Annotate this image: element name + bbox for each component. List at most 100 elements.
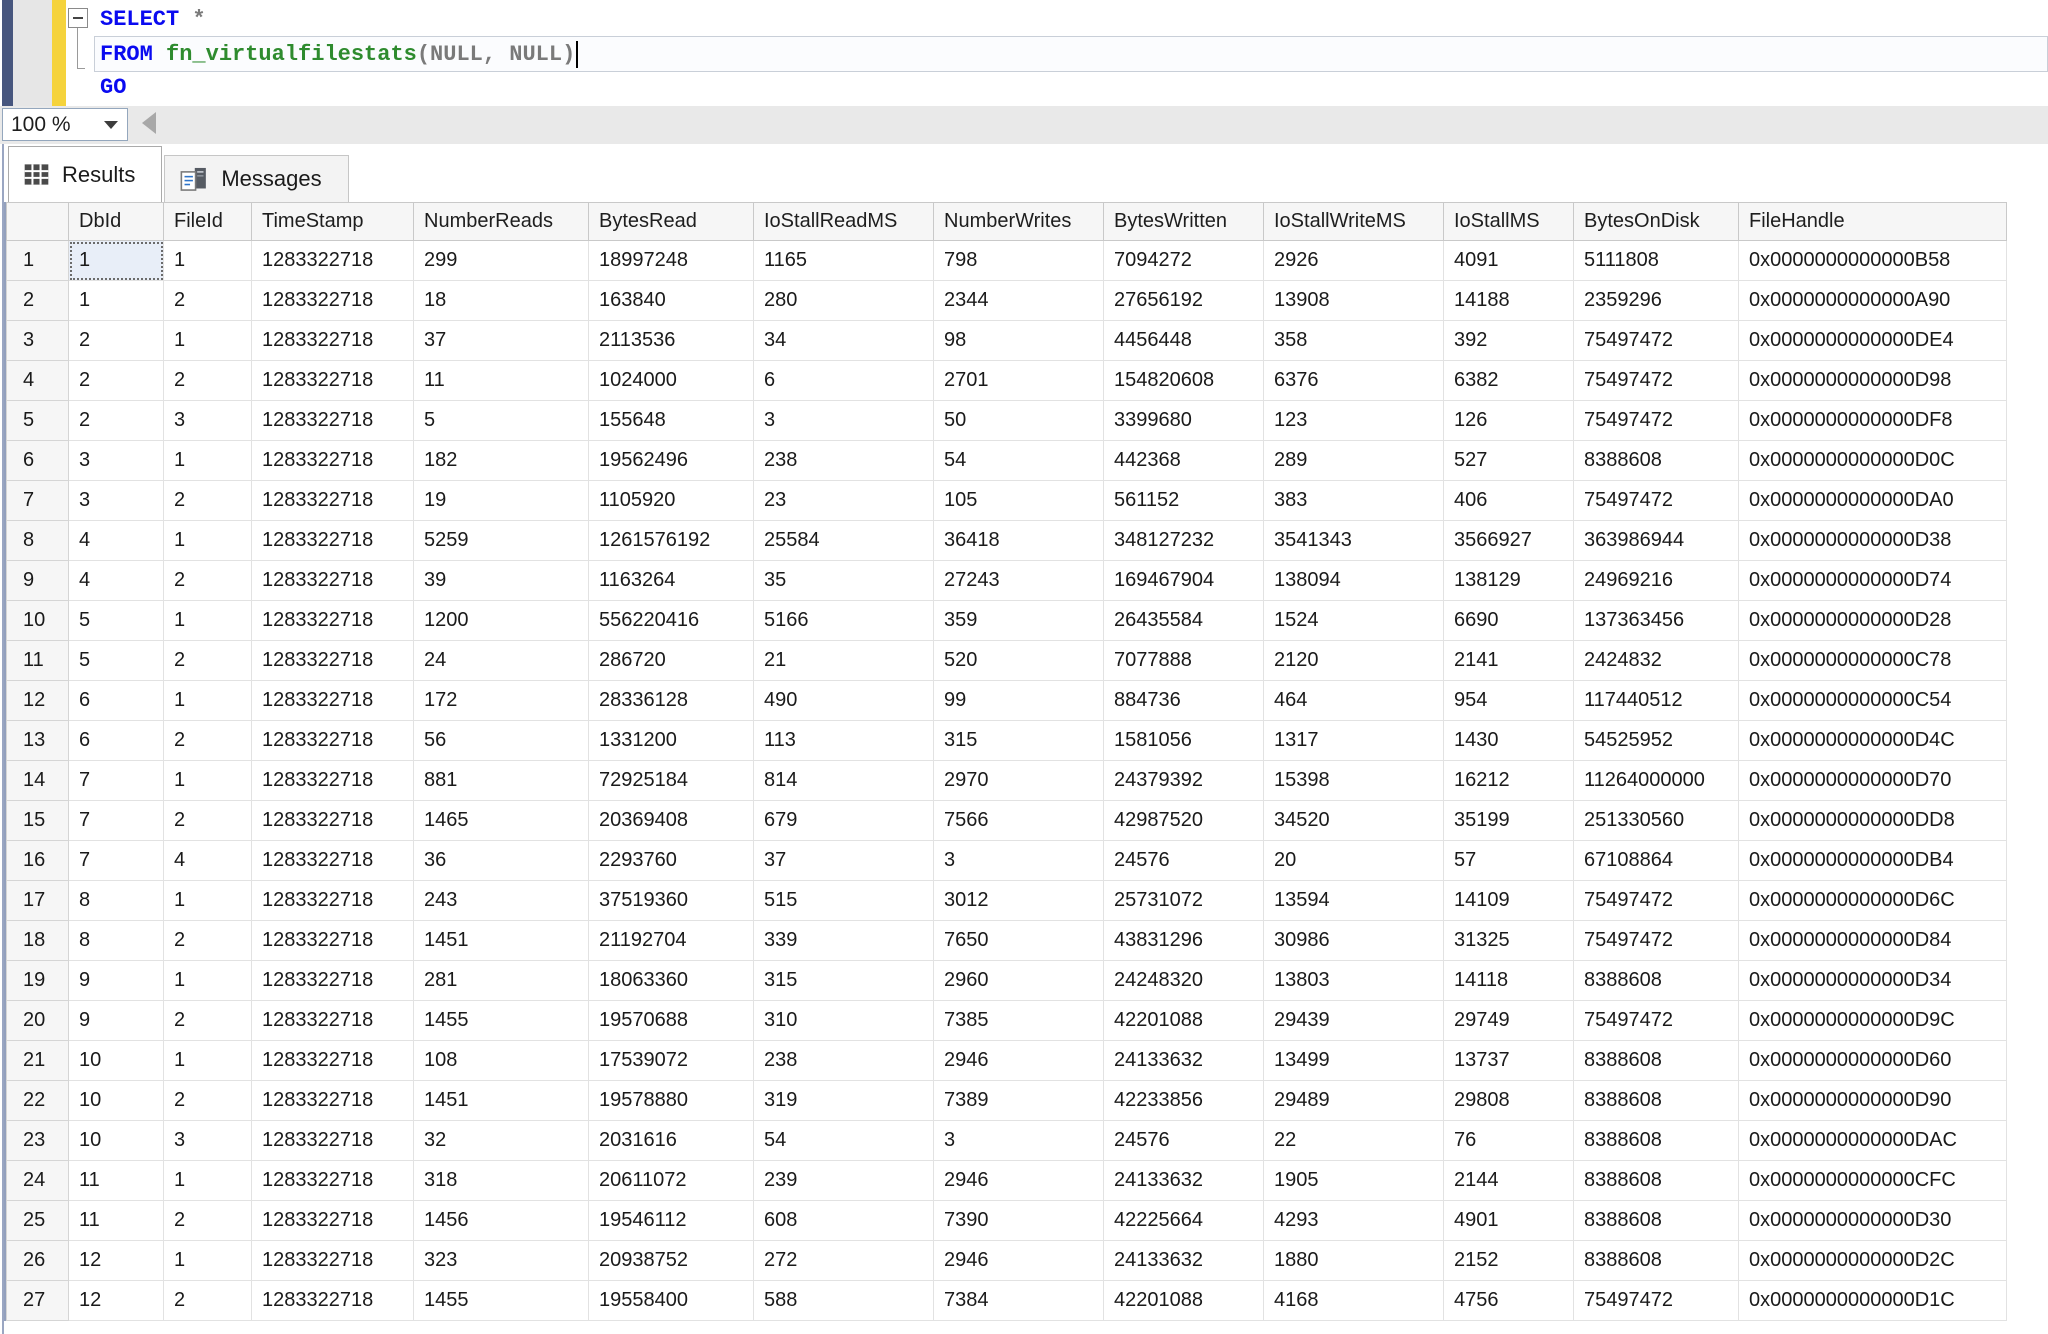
grid-cell[interactable]: 1165	[754, 241, 934, 281]
grid-cell[interactable]: 0x0000000000000D84	[1739, 921, 2007, 961]
grid-cell[interactable]: 4	[69, 561, 164, 601]
grid-cell[interactable]: 2	[164, 721, 252, 761]
row-number[interactable]: 13	[7, 721, 69, 761]
grid-cell[interactable]: 6690	[1444, 601, 1574, 641]
grid-cell[interactable]: 239	[754, 1161, 934, 1201]
grid-cell[interactable]: 19570688	[589, 1001, 754, 1041]
code-lines[interactable]: SELECT *FROM fn_virtualfilestats(NULL, N…	[66, 0, 2048, 106]
grid-cell[interactable]: 881	[414, 761, 589, 801]
grid-cell[interactable]: 561152	[1104, 481, 1264, 521]
row-number[interactable]: 1	[7, 241, 69, 281]
grid-cell[interactable]: 2	[164, 1001, 252, 1041]
grid-cell[interactable]: 520	[934, 641, 1104, 681]
grid-cell[interactable]: 1283322718	[252, 761, 414, 801]
grid-cell[interactable]: 8388608	[1574, 1241, 1739, 1281]
grid-cell[interactable]: 884736	[1104, 681, 1264, 721]
grid-cell[interactable]: 2344	[934, 281, 1104, 321]
grid-cell[interactable]: 0x0000000000000A90	[1739, 281, 2007, 321]
row-number[interactable]: 2	[7, 281, 69, 321]
grid-cell[interactable]: 54525952	[1574, 721, 1739, 761]
grid-cell[interactable]: 1	[164, 241, 252, 281]
grid-cell[interactable]: 1880	[1264, 1241, 1444, 1281]
grid-cell[interactable]: 31325	[1444, 921, 1574, 961]
grid-cell[interactable]: 10	[69, 1081, 164, 1121]
grid-cell[interactable]: 527	[1444, 441, 1574, 481]
grid-cell[interactable]: 0x0000000000000DAC	[1739, 1121, 2007, 1161]
grid-cell[interactable]: 99	[934, 681, 1104, 721]
grid-cell[interactable]: 0x0000000000000DA0	[1739, 481, 2007, 521]
grid-cell[interactable]: 1283322718	[252, 721, 414, 761]
grid-cell[interactable]: 123	[1264, 401, 1444, 441]
grid-cell[interactable]: 15398	[1264, 761, 1444, 801]
grid-cell[interactable]: 7	[69, 841, 164, 881]
grid-cell[interactable]: 0x0000000000000D9C	[1739, 1001, 2007, 1041]
column-header-timestamp[interactable]: TimeStamp	[252, 203, 414, 241]
tab-messages[interactable]: Messages	[164, 155, 348, 202]
grid-cell[interactable]: 1524	[1264, 601, 1444, 641]
row-number[interactable]: 16	[7, 841, 69, 881]
grid-cell[interactable]: 19558400	[589, 1281, 754, 1321]
grid-cell[interactable]: 1283322718	[252, 1281, 414, 1321]
grid-cell[interactable]: 34	[754, 321, 934, 361]
grid-cell[interactable]: 315	[754, 961, 934, 1001]
grid-cell[interactable]: 1451	[414, 1081, 589, 1121]
grid-cell[interactable]: 515	[754, 881, 934, 921]
grid-cell[interactable]: 20	[1264, 841, 1444, 881]
grid-cell[interactable]: 5259	[414, 521, 589, 561]
grid-cell[interactable]: 76	[1444, 1121, 1574, 1161]
row-number[interactable]: 14	[7, 761, 69, 801]
grid-cell[interactable]: 1283322718	[252, 321, 414, 361]
grid-cell[interactable]: 8388608	[1574, 1121, 1739, 1161]
grid-cell[interactable]: 1283322718	[252, 241, 414, 281]
grid-cell[interactable]: 1451	[414, 921, 589, 961]
grid-cell[interactable]: 299	[414, 241, 589, 281]
row-number[interactable]: 17	[7, 881, 69, 921]
grid-cell[interactable]: 0x0000000000000D30	[1739, 1201, 2007, 1241]
grid-cell[interactable]: 13803	[1264, 961, 1444, 1001]
grid-cell[interactable]: 0x0000000000000DE4	[1739, 321, 2007, 361]
grid-cell[interactable]: 954	[1444, 681, 1574, 721]
row-number[interactable]: 19	[7, 961, 69, 1001]
grid-cell[interactable]: 21	[754, 641, 934, 681]
grid-cell[interactable]: 75497472	[1574, 921, 1739, 961]
grid-cell[interactable]: 442368	[1104, 441, 1264, 481]
grid-cell[interactable]: 4756	[1444, 1281, 1574, 1321]
grid-cell[interactable]: 75497472	[1574, 481, 1739, 521]
grid-cell[interactable]: 3399680	[1104, 401, 1264, 441]
grid-cell[interactable]: 24576	[1104, 841, 1264, 881]
grid-cell[interactable]: 358	[1264, 321, 1444, 361]
grid-cell[interactable]: 6	[754, 361, 934, 401]
grid-cell[interactable]: 0x0000000000000D0C	[1739, 441, 2007, 481]
grid-cell[interactable]: 1	[164, 1041, 252, 1081]
row-number[interactable]: 4	[7, 361, 69, 401]
row-number[interactable]: 6	[7, 441, 69, 481]
grid-cell[interactable]: 72925184	[589, 761, 754, 801]
grid-cell[interactable]: 138129	[1444, 561, 1574, 601]
grid-cell[interactable]: 12	[69, 1281, 164, 1321]
grid-cell[interactable]: 1283322718	[252, 1081, 414, 1121]
grid-cell[interactable]: 75497472	[1574, 881, 1739, 921]
grid-cell[interactable]: 50	[934, 401, 1104, 441]
grid-cell[interactable]: 0x0000000000000D74	[1739, 561, 2007, 601]
grid-cell[interactable]: 37	[754, 841, 934, 881]
grid-cell[interactable]: 1283322718	[252, 1041, 414, 1081]
grid-cell[interactable]: 1163264	[589, 561, 754, 601]
grid-cell[interactable]: 2	[164, 801, 252, 841]
grid-cell[interactable]: 310	[754, 1001, 934, 1041]
row-number[interactable]: 7	[7, 481, 69, 521]
grid-cell[interactable]: 154820608	[1104, 361, 1264, 401]
grid-cell[interactable]: 1283322718	[252, 1201, 414, 1241]
grid-cell[interactable]: 0x0000000000000B58	[1739, 241, 2007, 281]
grid-cell[interactable]: 75497472	[1574, 361, 1739, 401]
grid-cell[interactable]: 315	[934, 721, 1104, 761]
grid-cell[interactable]: 1283322718	[252, 281, 414, 321]
grid-cell[interactable]: 1581056	[1104, 721, 1264, 761]
grid-corner-cell[interactable]	[7, 203, 69, 241]
tab-results[interactable]: Results	[8, 146, 162, 202]
grid-cell[interactable]: 138094	[1264, 561, 1444, 601]
grid-cell[interactable]: 2144	[1444, 1161, 1574, 1201]
grid-cell[interactable]: 13594	[1264, 881, 1444, 921]
grid-cell[interactable]: 29808	[1444, 1081, 1574, 1121]
row-number[interactable]: 5	[7, 401, 69, 441]
grid-cell[interactable]: 14109	[1444, 881, 1574, 921]
